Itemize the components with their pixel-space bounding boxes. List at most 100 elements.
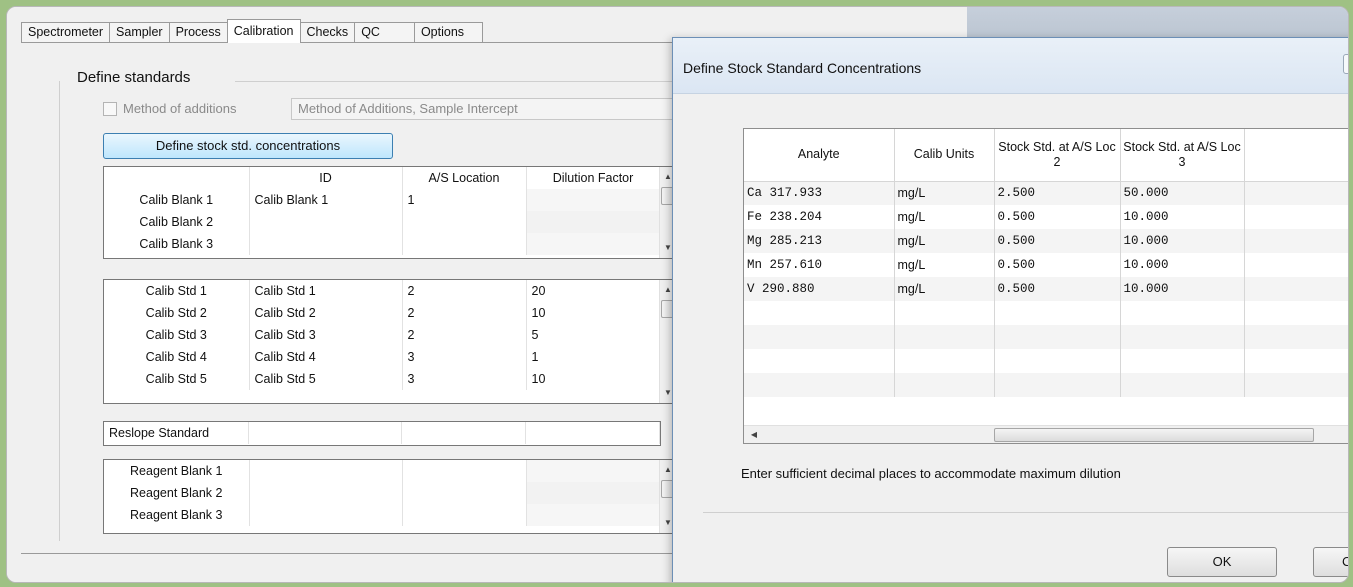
dilution-cell[interactable]: 5 [526,324,661,346]
tab-checks[interactable]: Checks [299,22,356,43]
method-of-additions-select[interactable]: Method of Additions, Sample Intercept ▼ [291,98,691,120]
table-row[interactable]: Calib Std 3 Calib Std 3 2 5 [104,324,661,346]
location-cell[interactable] [402,482,527,504]
units-cell: mg/L [894,253,995,277]
loc3-cell[interactable]: 50.000 [1120,181,1245,205]
column-header-loc2: Stock Std. at A/S Loc 2 [994,129,1121,182]
id-cell[interactable] [248,422,403,444]
column-header-id: ID [249,167,403,189]
calib-std-grid: Calib Std 1 Calib Std 1 2 20 Calib Std 2… [103,279,677,404]
calib-std-table: Calib Std 1 Calib Std 1 2 20 Calib Std 2… [104,280,661,390]
dialog-titlebar[interactable]: Define Stock Standard Concentrations ? [673,38,1348,94]
row-label: Reagent Blank 3 [104,504,250,526]
dilution-cell[interactable]: 1 [526,346,661,368]
location-cell[interactable]: 2 [402,280,527,302]
location-cell[interactable] [402,211,527,233]
id-cell[interactable] [249,460,403,482]
loc2-cell[interactable]: 0.500 [994,253,1121,277]
table-row[interactable]: Reagent Blank 2 [104,482,661,504]
tab-process[interactable]: Process [168,22,228,43]
row-label: Calib Std 4 [104,346,250,368]
tab-calibration[interactable]: Calibration [226,19,301,43]
cancel-button[interactable]: C [1313,547,1348,577]
define-stock-button[interactable]: Define stock std. concentrations [103,133,393,159]
table-row[interactable]: V 290.880 mg/L 0.500 10.000 [744,277,1348,301]
table-row[interactable]: Ca 317.933 mg/L 2.500 50.000 [744,181,1348,205]
horizontal-scrollbar[interactable]: ◀ ▶ [744,425,1349,444]
id-cell[interactable]: Calib Std 5 [249,368,403,390]
scroll-thumb[interactable] [994,428,1314,442]
table-row[interactable]: Mg 285.213 mg/L 0.500 10.000 [744,229,1348,253]
help-icon[interactable]: ? [1343,54,1348,74]
table-row[interactable]: Calib Std 1 Calib Std 1 2 20 [104,280,661,302]
column-header [104,167,250,189]
table-row [744,349,1348,373]
table-row[interactable]: Reagent Blank 1 [104,460,661,482]
loc2-cell[interactable]: 0.500 [994,277,1121,301]
dilution-cell[interactable] [526,504,661,526]
table-row [744,373,1348,397]
loc2-cell[interactable]: 2.500 [994,181,1121,205]
reagent-blank-table: Reagent Blank 1 Reagent Blank 2 Reagent … [104,460,661,526]
table-row[interactable]: Reagent Blank 3 [104,504,661,526]
table-row[interactable]: Mn 257.610 mg/L 0.500 10.000 [744,253,1348,277]
id-cell[interactable]: Calib Blank 1 [249,189,403,211]
table-row[interactable]: Reslope Standard [104,422,660,444]
tab-qc[interactable]: QC [354,22,415,43]
loc3-cell[interactable]: 10.000 [1120,205,1245,229]
id-cell[interactable] [249,211,403,233]
tab-options[interactable]: Options [413,22,484,43]
analyte-cell: Fe 238.204 [744,205,895,229]
table-row[interactable]: Fe 238.204 mg/L 0.500 10.000 [744,205,1348,229]
app-window: Spectrometer Sampler Process Calibration… [6,6,1349,583]
dilution-cell[interactable] [526,189,661,211]
id-cell[interactable] [249,482,403,504]
tab-sampler[interactable]: Sampler [109,22,170,43]
location-cell[interactable]: 3 [402,346,527,368]
dilution-cell[interactable]: 10 [526,368,661,390]
empty-cell [1244,181,1348,205]
scroll-right-icon[interactable]: ▶ [1348,426,1349,444]
table-row[interactable]: Calib Std 2 Calib Std 2 2 10 [104,302,661,324]
table-row[interactable]: Calib Blank 3 [104,233,661,255]
location-cell[interactable]: 2 [402,324,527,346]
dilution-cell[interactable] [526,233,661,255]
dilution-cell[interactable] [525,422,660,444]
calib-blank-grid: ID A/S Location Dilution Factor Calib Bl… [103,166,677,259]
scroll-left-icon[interactable]: ◀ [746,426,762,444]
location-cell[interactable]: 2 [402,302,527,324]
location-cell[interactable]: 1 [402,189,527,211]
location-cell[interactable]: 3 [402,368,527,390]
id-cell[interactable]: Calib Std 3 [249,324,403,346]
dilution-cell[interactable] [526,482,661,504]
id-cell[interactable]: Calib Std 1 [249,280,403,302]
units-cell: mg/L [894,205,995,229]
id-cell[interactable]: Calib Std 2 [249,302,403,324]
location-cell[interactable] [402,504,527,526]
ok-button[interactable]: OK [1167,547,1277,577]
method-of-additions-checkbox[interactable] [103,101,117,116]
id-cell[interactable] [249,504,403,526]
dilution-cell[interactable] [526,211,661,233]
id-cell[interactable]: Calib Std 4 [249,346,403,368]
table-row[interactable]: Calib Blank 1 Calib Blank 1 1 [104,189,661,211]
loc3-cell[interactable]: 10.000 [1120,253,1245,277]
analyte-cell: Mg 285.213 [744,229,895,253]
reslope-grid: Reslope Standard [103,421,661,446]
location-cell[interactable] [402,460,527,482]
table-row[interactable]: Calib Blank 2 [104,211,661,233]
loc3-cell[interactable]: 10.000 [1120,277,1245,301]
tab-spectrometer[interactable]: Spectrometer [21,22,111,43]
loc2-cell[interactable]: 0.500 [994,229,1121,253]
dilution-cell[interactable]: 10 [526,302,661,324]
location-cell[interactable] [401,422,527,444]
table-row[interactable]: Calib Std 5 Calib Std 5 3 10 [104,368,661,390]
id-cell[interactable] [249,233,403,255]
dilution-cell[interactable]: 20 [526,280,661,302]
loc3-cell[interactable]: 10.000 [1120,229,1245,253]
stock-concentrations-dialog: Define Stock Standard Concentrations ? A… [672,37,1349,582]
dilution-cell[interactable] [526,460,661,482]
location-cell[interactable] [402,233,527,255]
loc2-cell[interactable]: 0.500 [994,205,1121,229]
table-row[interactable]: Calib Std 4 Calib Std 4 3 1 [104,346,661,368]
